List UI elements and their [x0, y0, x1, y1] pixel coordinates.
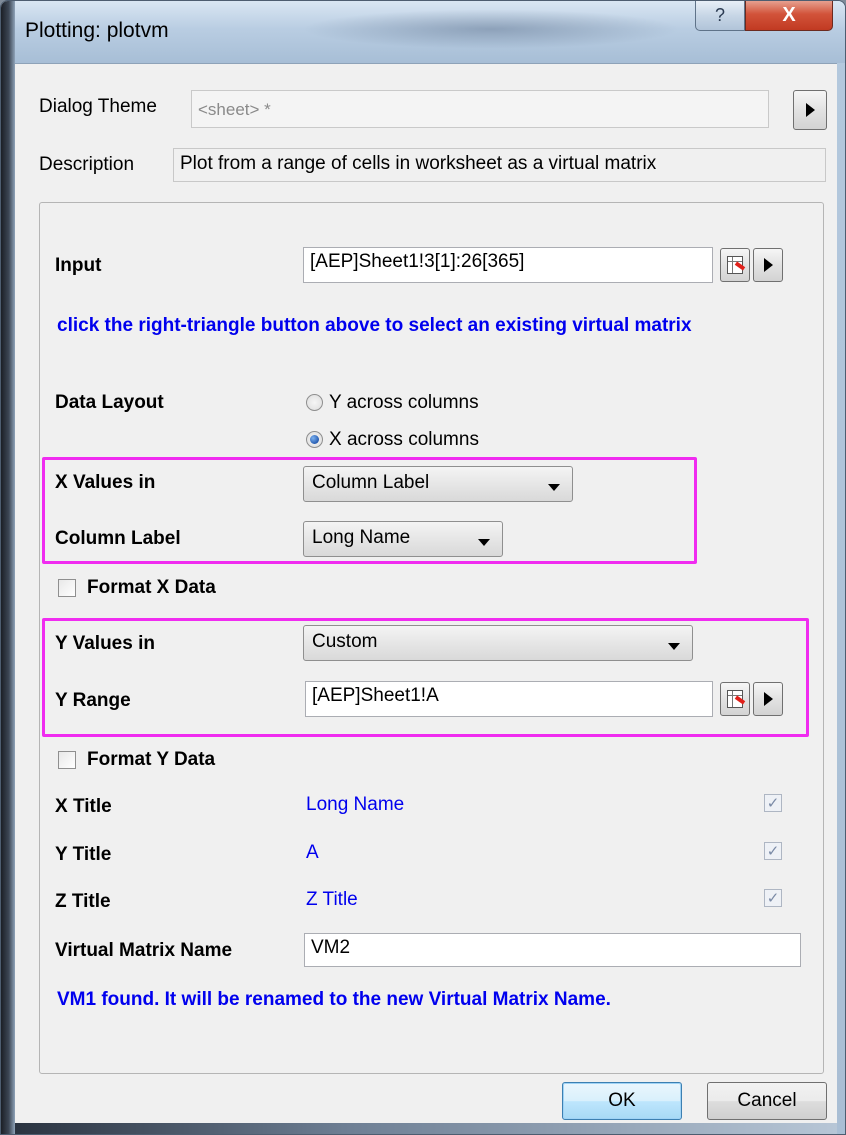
x-title-label: X Title: [55, 796, 112, 817]
help-icon: ?: [714, 5, 725, 25]
format-x-data-checkbox[interactable]: [58, 579, 76, 597]
column-label-dropdown[interactable]: Long Name: [303, 521, 503, 557]
dialog-theme-menu-button[interactable]: [793, 90, 827, 130]
y-values-label: Y Values in: [55, 633, 155, 654]
vm-name-label: Virtual Matrix Name: [55, 940, 233, 961]
x-title-value[interactable]: Long Name: [306, 794, 404, 816]
y-range-label: Y Range: [55, 690, 131, 711]
radio-y-across-columns[interactable]: [306, 394, 323, 411]
description-text: Plot from a range of cells in worksheet …: [173, 148, 826, 182]
ok-button[interactable]: OK: [562, 1082, 682, 1120]
x-values-label: X Values in: [55, 472, 156, 493]
title-bar[interactable]: Plotting: plotvm ? X: [1, 1, 845, 63]
title-bar-glass: [301, 9, 681, 49]
column-label-label: Column Label: [55, 528, 181, 549]
y-range-select-button[interactable]: [720, 682, 750, 716]
format-y-data-label[interactable]: Format Y Data: [87, 749, 215, 771]
y-range-menu-button[interactable]: [753, 682, 783, 716]
format-x-data-label[interactable]: Format X Data: [87, 577, 216, 599]
input-field[interactable]: [AEP]Sheet1!3[1]:26[365]: [303, 247, 713, 283]
vm-name-field[interactable]: VM2: [304, 933, 801, 967]
y-title-label: Y Title: [55, 844, 112, 865]
data-layout-label: Data Layout: [55, 392, 164, 413]
chevron-down-icon: [668, 643, 680, 650]
close-button[interactable]: X: [745, 1, 833, 31]
y-title-value[interactable]: A: [306, 842, 319, 864]
left-frame-edge: [1, 1, 15, 1134]
x-values-selected: Column Label: [312, 472, 430, 493]
z-title-value[interactable]: Z Title: [306, 889, 358, 911]
vm-name-notice: VM1 found. It will be renamed to the new…: [57, 989, 611, 1010]
radio-y-across-columns-label[interactable]: Y across columns: [329, 392, 479, 414]
right-triangle-icon: [805, 103, 815, 117]
y-values-dropdown[interactable]: Custom: [303, 625, 693, 661]
format-y-data-checkbox[interactable]: [58, 751, 76, 769]
z-title-checkbox[interactable]: ✓: [764, 889, 782, 907]
dialog-window: Plotting: plotvm ? X Dialog Theme <sheet…: [0, 0, 846, 1135]
taskbar-strip: [15, 1123, 837, 1134]
y-values-selected: Custom: [312, 631, 378, 652]
radio-x-across-columns[interactable]: [306, 431, 323, 448]
description-label: Description: [39, 154, 135, 175]
help-button[interactable]: ?: [695, 1, 745, 31]
y-title-checkbox[interactable]: ✓: [764, 842, 782, 860]
cancel-button[interactable]: Cancel: [707, 1082, 827, 1120]
radio-x-across-columns-label[interactable]: X across columns: [329, 429, 479, 451]
dialog-theme-label: Dialog Theme: [39, 96, 157, 117]
dialog-theme-field[interactable]: <sheet> *: [191, 90, 769, 128]
x-title-checkbox[interactable]: ✓: [764, 794, 782, 812]
input-select-range-button[interactable]: [720, 248, 750, 282]
input-hint-text: click the right-triangle button above to…: [57, 315, 692, 336]
z-title-label: Z Title: [55, 891, 111, 912]
x-values-dropdown[interactable]: Column Label: [303, 466, 573, 502]
window-title: Plotting: plotvm: [25, 19, 169, 42]
right-triangle-icon: [763, 258, 773, 272]
dialog-client-area: Dialog Theme <sheet> * Description Plot …: [15, 63, 837, 1134]
chevron-down-icon: [478, 539, 490, 546]
input-menu-button[interactable]: [753, 248, 783, 282]
column-label-selected: Long Name: [312, 527, 411, 548]
close-icon: X: [782, 4, 796, 26]
right-triangle-icon: [763, 692, 773, 706]
input-label: Input: [55, 255, 102, 276]
chevron-down-icon: [548, 484, 560, 491]
y-range-field[interactable]: [AEP]Sheet1!A: [305, 681, 713, 717]
